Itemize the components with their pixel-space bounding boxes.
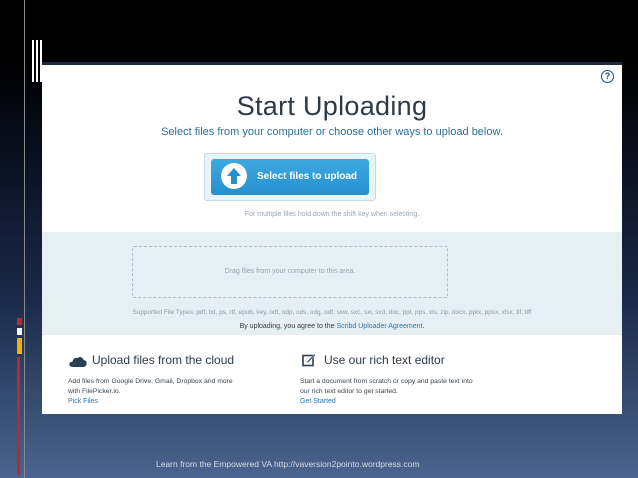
rich-text-editor-section: Use our rich text editor Start a documen… (300, 352, 530, 405)
agreement-suffix: . (422, 323, 425, 330)
agreement-prefix: By uploading, you agree to the (239, 323, 337, 330)
cloud-icon (69, 355, 87, 373)
decorative-blocks (17, 318, 22, 478)
drop-zone-text: Drag files from your computer to this ar… (224, 268, 356, 275)
upload-button-frame: Select files to upload (204, 153, 376, 201)
editor-description-line1: Start a document from scratch or copy an… (300, 378, 473, 385)
cloud-description-line2: with FilePicker.io. (68, 387, 121, 395)
editor-description-line2: our rich text editor to get started. (300, 387, 398, 395)
slide-left-rule (24, 0, 25, 478)
select-files-button[interactable]: Select files to upload (211, 159, 369, 195)
help-icon[interactable]: ? (601, 70, 614, 83)
drop-zone[interactable]: Drag files from your computer to this ar… (132, 246, 448, 298)
decorative-lines (32, 40, 42, 82)
page-title: Start Uploading (236, 91, 428, 121)
pick-files-link[interactable]: Pick Files (68, 398, 278, 405)
slide-footer: Learn from the Empowered VA http://vaver… (156, 459, 420, 469)
cloud-upload-section: Upload files from the cloud Add files fr… (68, 352, 278, 405)
edit-icon (302, 353, 316, 372)
editor-section-title: Use our rich text editor (324, 353, 445, 367)
upload-arrow-icon (221, 163, 247, 189)
page-subtitle: Select files from your computer or choos… (161, 126, 503, 138)
supported-file-types: Supported File Types: pdf, txt, ps, rtf,… (132, 309, 532, 316)
cloud-section-title: Upload files from the cloud (92, 353, 235, 367)
get-started-link[interactable]: Get Started (300, 398, 530, 405)
agreement-text: By uploading, you agree to the Scribd Up… (42, 323, 622, 330)
cloud-description-line1: Add files from Google Drive, Gmail, Drop… (68, 378, 233, 385)
drop-region: Drag files from your computer to this ar… (42, 232, 622, 335)
upload-panel: ? Start Uploading Select files from your… (42, 62, 622, 414)
select-files-label: Select files to upload (257, 171, 358, 182)
slide-background: { "upload_page": { "title": "Start Uploa… (0, 0, 638, 478)
multi-select-hint: For multiple files hold down the shift k… (244, 211, 420, 218)
uploader-agreement-link[interactable]: Scribd Uploader Agreement (336, 323, 422, 330)
